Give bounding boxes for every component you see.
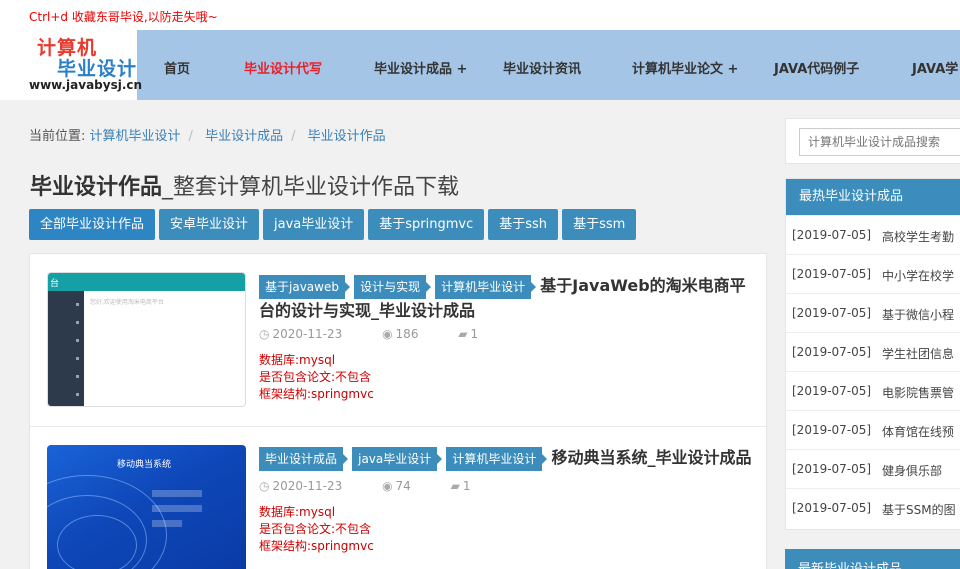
article-thumbnail[interactable]: 移动典当系统 [47,445,246,569]
list-item[interactable]: [2019-07-05] 中小学在校学 [786,254,960,293]
item-title[interactable]: 基于微信小程 [882,306,954,323]
filter-all[interactable]: 全部毕业设计作品 [29,209,156,240]
comment-icon: ▰ [458,327,468,341]
nav-custom-writing[interactable]: 毕业设计代写 [244,58,322,77]
page-title-sub: _整套计算机毕业设计作品下载 [162,175,460,200]
article-info: 数据库:mysql 是否包含论文:不包含 框架结构:springmvc [259,352,374,403]
article-date: 2020-11-23 [272,479,343,493]
article-thesis: 是否包含论文:不包含 [259,522,372,536]
item-date: [2019-07-05] [792,423,872,437]
item-title[interactable]: 电影院售票管 [882,384,954,401]
breadcrumb-current[interactable]: 毕业设计作品 [308,129,386,144]
article-tags: 基于javaweb 设计与实现 计算机毕业设计 基于JavaWeb的淘米电商平 [259,272,746,299]
item-date: [2019-07-05] [792,501,872,515]
logo-line2: 毕业设计 [57,58,138,80]
nav-news[interactable]: 毕业设计资讯 [503,58,581,77]
hot-projects-title: 最热毕业设计成品 [786,179,960,215]
article-comments: 1 [470,327,479,341]
list-item: 移动典当系统 毕业设计成品 java毕业设计 计算机毕业设计 移动典当系统_毕业… [30,426,768,569]
list-item[interactable]: [2019-07-05] 体育馆在线预 [786,410,960,449]
site-logo[interactable]: 计算机 毕业设计 www.javabysj.cn [0,30,142,100]
newest-projects-panel: 最新毕业设计成品 [785,549,960,569]
article-tag[interactable]: 计算机毕业设计 [446,447,548,471]
item-date: [2019-07-05] [792,267,872,281]
page-title: 毕业设计作品_整套计算机毕业设计作品下载 [30,169,459,201]
article-tag[interactable]: 计算机毕业设计 [435,275,537,299]
breadcrumb: 当前位置: 计算机毕业设计 / 毕业设计成品 / 毕业设计作品 [29,129,386,144]
article-meta: ◷ 2020-11-23 ◉ 74 ▰ 1 [259,479,507,493]
list-item[interactable]: [2019-07-05] 基于SSM的图 [786,488,960,527]
top-notice: Ctrl+d 收藏东哥毕设,以防走失哦~ [0,0,960,30]
article-tag[interactable]: java毕业设计 [352,447,443,471]
article-info: 数据库:mysql 是否包含论文:不包含 框架结构:springmvc [259,504,374,555]
item-date: [2019-07-05] [792,345,872,359]
article-views: 74 [395,479,411,493]
thumb-header-text: 台 [50,279,60,289]
article-meta: ◷ 2020-11-23 ◉ 186 ▰ 1 [259,327,514,341]
item-title[interactable]: 体育馆在线预 [882,423,954,440]
filter-ssh[interactable]: 基于ssh [488,209,559,240]
article-tag[interactable]: 基于javaweb [259,275,350,299]
article-framework: 框架结构:springmvc [259,387,374,401]
list-item[interactable]: [2019-07-05] 高校学生考勤 [786,215,960,254]
item-title[interactable]: 高校学生考勤 [882,228,954,245]
article-tag[interactable]: 毕业设计成品 [259,447,349,471]
article-tag[interactable]: 设计与实现 [354,275,432,299]
article-views: 186 [395,327,419,341]
article-framework: 框架结构:springmvc [259,539,374,553]
nav-thesis[interactable]: 计算机毕业论文 + [632,58,738,77]
breadcrumb-prefix: 当前位置: [29,129,86,144]
article-title[interactable]: 基于JavaWeb的淘米电商平 [540,276,745,295]
breadcrumb-link[interactable]: 计算机毕业设计 [90,129,181,144]
newest-projects-title: 最新毕业设计成品 [798,558,902,569]
list-item[interactable]: [2019-07-05] 基于微信小程 [786,293,960,332]
clock-icon: ◷ [259,327,270,341]
category-filters: 全部毕业设计作品 安卓毕业设计 java毕业设计 基于springmvc 基于ssh 基于… [29,209,640,240]
article-title-cont[interactable]: 台的设计与实现_毕业设计成品 [259,297,475,321]
site-header: 计算机 毕业设计 www.javabysj.cn 首页 毕业设计代写 毕业设计成… [0,30,960,100]
list-item: 台 您好,欢迎使用淘米电商平台 基于javaweb 设计与实现 计算机毕业设计 … [30,254,768,426]
article-thumbnail[interactable]: 台 您好,欢迎使用淘米电商平台 [47,272,246,407]
list-item[interactable]: [2019-07-05] 健身俱乐部 [786,449,960,488]
nav-finished-projects[interactable]: 毕业设计成品 + [374,58,467,77]
list-item[interactable]: [2019-07-05] 学生社团信息 [786,332,960,371]
breadcrumb-link[interactable]: 毕业设计成品 [205,129,283,144]
article-comments: 1 [462,479,471,493]
article-tags: 毕业设计成品 java毕业设计 计算机毕业设计 移动典当系统_毕业设计成品 [259,444,751,471]
article-date: 2020-11-23 [272,327,343,341]
search-box [785,118,960,164]
item-title[interactable]: 学生社团信息 [882,345,954,362]
item-date: [2019-07-05] [792,228,872,242]
hot-projects-panel: 最热毕业设计成品 [2019-07-05] 高校学生考勤 [2019-07-05]… [785,178,960,530]
article-db: 数据库:mysql [259,505,336,519]
item-date: [2019-07-05] [792,306,872,320]
clock-icon: ◷ [259,479,270,493]
thumb-header-text: 移动典当系统 [117,460,172,470]
item-title[interactable]: 健身俱乐部 [882,462,942,479]
logo-url: www.javabysj.cn [29,78,143,92]
list-item[interactable]: [2019-07-05] 电影院售票管 [786,371,960,410]
article-thesis: 是否包含论文:不包含 [259,370,372,384]
eye-icon: ◉ [382,327,393,341]
nav-home[interactable]: 首页 [164,58,190,77]
item-date: [2019-07-05] [792,384,872,398]
filter-springmvc[interactable]: 基于springmvc [368,209,485,240]
filter-android[interactable]: 安卓毕业设计 [159,209,260,240]
nav-java-learning[interactable]: JAVA学 [912,58,958,77]
thumb-welcome-text: 您好,欢迎使用淘米电商平台 [90,299,164,306]
item-date: [2019-07-05] [792,462,872,476]
filter-java[interactable]: java毕业设计 [263,209,365,240]
article-title[interactable]: 移动典当系统_毕业设计成品 [551,448,751,467]
notice-text: Ctrl+d 收藏东哥毕设,以防走失哦~ [29,10,218,24]
item-title[interactable]: 中小学在校学 [882,267,954,284]
nav-java-examples[interactable]: JAVA代码例子 [774,58,859,77]
comment-icon: ▰ [450,479,460,493]
article-list: 台 您好,欢迎使用淘米电商平台 基于javaweb 设计与实现 计算机毕业设计 … [29,253,768,569]
item-title[interactable]: 基于SSM的图 [882,501,956,518]
eye-icon: ◉ [382,479,393,493]
filter-ssm[interactable]: 基于ssm [562,209,637,240]
search-input[interactable] [799,128,960,156]
article-db: 数据库:mysql [259,353,336,367]
page-title-main: 毕业设计作品 [30,175,163,200]
